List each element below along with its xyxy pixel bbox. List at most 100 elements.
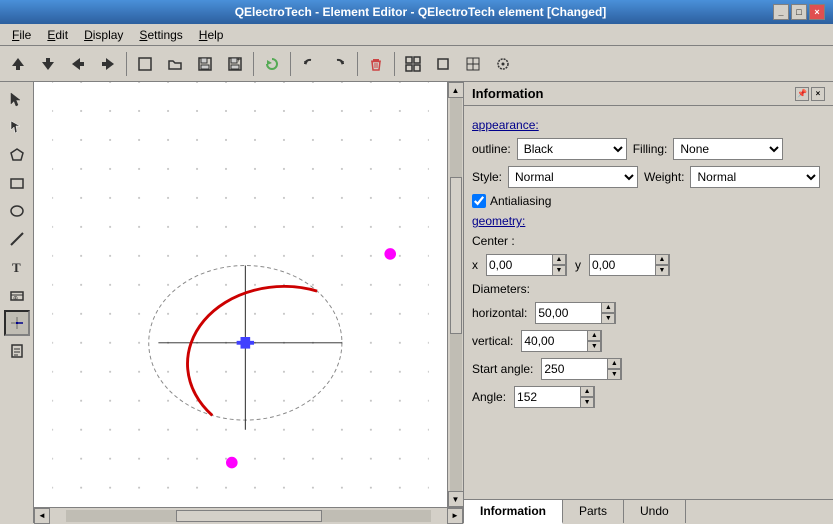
x-input[interactable] xyxy=(487,255,552,275)
tool-line[interactable] xyxy=(4,226,30,252)
panel-header: Information 📌 × xyxy=(464,82,833,106)
toolbar-undo[interactable] xyxy=(295,50,323,78)
diameters-label-row: Diameters: xyxy=(472,282,825,296)
horizontal-input[interactable] xyxy=(536,303,601,323)
angle-spinbox-up[interactable]: ▲ xyxy=(580,386,594,397)
toolbar-new[interactable] xyxy=(131,50,159,78)
scroll-thumb[interactable] xyxy=(450,177,462,334)
panel-controls[interactable]: 📌 × xyxy=(795,87,825,101)
tool-arrow[interactable] xyxy=(4,114,30,140)
tab-information[interactable]: Information xyxy=(464,500,563,524)
canvas-svg: // Grid dots will be drawn inline below xyxy=(34,82,447,507)
tool-ellipse[interactable] xyxy=(4,198,30,224)
toolbar-right[interactable] xyxy=(94,50,122,78)
scroll-up-button[interactable]: ▲ xyxy=(448,82,464,98)
filling-select[interactable]: None Black White Red xyxy=(673,138,783,160)
start-angle-label: Start angle: xyxy=(472,362,533,376)
toolbar-down[interactable] xyxy=(34,50,62,78)
angle-input[interactable] xyxy=(515,387,580,407)
toolbar-expand[interactable] xyxy=(399,50,427,78)
scroll-down-button[interactable]: ▼ xyxy=(448,491,464,507)
diameters-label: Diameters: xyxy=(472,282,530,296)
left-toolbox: T ⊕ xyxy=(0,82,34,523)
menu-settings[interactable]: Settings xyxy=(131,26,190,44)
vertical-scrollbar[interactable]: ▲ ▼ xyxy=(447,82,463,507)
y-spinbox-down[interactable]: ▼ xyxy=(655,265,669,276)
center-marker-h xyxy=(237,341,254,345)
tool-polygon[interactable] xyxy=(4,142,30,168)
hscroll-track[interactable] xyxy=(66,510,431,522)
control-point-1[interactable] xyxy=(384,248,396,260)
tab-parts[interactable]: Parts xyxy=(563,500,624,523)
vertical-spinbox-down[interactable]: ▼ xyxy=(587,341,601,352)
horizontal-label: horizontal: xyxy=(472,306,527,320)
horizontal-spinbox-btns: ▲ ▼ xyxy=(601,302,615,324)
antialiasing-checkbox[interactable] xyxy=(472,194,486,208)
filling-label: Filling: xyxy=(633,142,668,156)
start-angle-spinbox-up[interactable]: ▲ xyxy=(607,358,621,369)
toolbar-redo[interactable] xyxy=(325,50,353,78)
scroll-track[interactable] xyxy=(450,98,462,491)
y-spinbox[interactable]: ▲ ▼ xyxy=(589,254,670,276)
start-angle-row: Start angle: ▲ ▼ xyxy=(472,358,825,380)
menu-help[interactable]: Help xyxy=(191,26,232,44)
x-spinbox-down[interactable]: ▼ xyxy=(552,265,566,276)
toolbar-delete[interactable] xyxy=(362,50,390,78)
weight-select[interactable]: Normal Thin Thick xyxy=(690,166,820,188)
angle-spinbox-btns: ▲ ▼ xyxy=(580,386,594,408)
toolbar-center[interactable] xyxy=(489,50,517,78)
scroll-right-button[interactable]: ► xyxy=(447,508,463,524)
vertical-input[interactable] xyxy=(522,331,587,351)
appearance-section-label: appearance: xyxy=(472,118,825,132)
toolbar-refresh[interactable] xyxy=(258,50,286,78)
maximize-button[interactable]: □ xyxy=(791,4,807,20)
tool-text[interactable]: T xyxy=(4,254,30,280)
style-label: Style: xyxy=(472,170,502,184)
drawing-canvas[interactable]: // Grid dots will be drawn inline below xyxy=(34,82,447,507)
toolbar-left[interactable] xyxy=(64,50,92,78)
panel-pin[interactable]: 📌 xyxy=(795,87,809,101)
vertical-spinbox[interactable]: ▲ ▼ xyxy=(521,330,602,352)
tool-arc[interactable] xyxy=(4,310,30,336)
vertical-spinbox-up[interactable]: ▲ xyxy=(587,330,601,341)
tab-undo[interactable]: Undo xyxy=(624,500,686,523)
window-controls[interactable]: _ □ × xyxy=(773,4,825,20)
x-spinbox[interactable]: ▲ ▼ xyxy=(486,254,567,276)
horizontal-spinbox-up[interactable]: ▲ xyxy=(601,302,615,313)
y-input[interactable] xyxy=(590,255,655,275)
style-select[interactable]: Normal Dashed Dotted xyxy=(508,166,638,188)
close-button[interactable]: × xyxy=(809,4,825,20)
menu-display[interactable]: Display xyxy=(76,26,131,44)
outline-select[interactable]: Black White Red None xyxy=(517,138,627,160)
toolbar-save-as[interactable]: + xyxy=(221,50,249,78)
toolbar-save[interactable] xyxy=(191,50,219,78)
minimize-button[interactable]: _ xyxy=(773,4,789,20)
tool-info[interactable] xyxy=(4,338,30,364)
start-angle-spinbox-down[interactable]: ▼ xyxy=(607,369,621,380)
scroll-left-button[interactable]: ◄ xyxy=(34,508,50,524)
start-angle-input[interactable] xyxy=(542,359,607,379)
control-point-2[interactable] xyxy=(226,457,238,469)
main-layout: T ⊕ // Grid dots will xyxy=(0,82,833,523)
toolbar-up[interactable] xyxy=(4,50,32,78)
tool-rect[interactable] xyxy=(4,170,30,196)
toolbar-collapse[interactable] xyxy=(429,50,457,78)
horizontal-scrollbar[interactable]: ◄ ► xyxy=(34,507,463,523)
panel-close[interactable]: × xyxy=(811,87,825,101)
tool-select[interactable] xyxy=(4,86,30,112)
start-angle-spinbox-btns: ▲ ▼ xyxy=(607,358,621,380)
menu-edit[interactable]: Edit xyxy=(39,26,76,44)
menu-file[interactable]: File xyxy=(4,26,39,44)
toolbar-open[interactable] xyxy=(161,50,189,78)
start-angle-spinbox[interactable]: ▲ ▼ xyxy=(541,358,622,380)
angle-spinbox-down[interactable]: ▼ xyxy=(580,397,594,408)
hscroll-thumb[interactable] xyxy=(176,510,322,522)
toolbar-zoom-fit[interactable] xyxy=(459,50,487,78)
horizontal-spinbox-down[interactable]: ▼ xyxy=(601,313,615,324)
horizontal-spinbox[interactable]: ▲ ▼ xyxy=(535,302,616,324)
angle-spinbox[interactable]: ▲ ▼ xyxy=(514,386,595,408)
center-label: Center : xyxy=(472,234,515,248)
tool-terminal[interactable]: ⊕ xyxy=(4,282,30,308)
x-spinbox-up[interactable]: ▲ xyxy=(552,254,566,265)
y-spinbox-up[interactable]: ▲ xyxy=(655,254,669,265)
